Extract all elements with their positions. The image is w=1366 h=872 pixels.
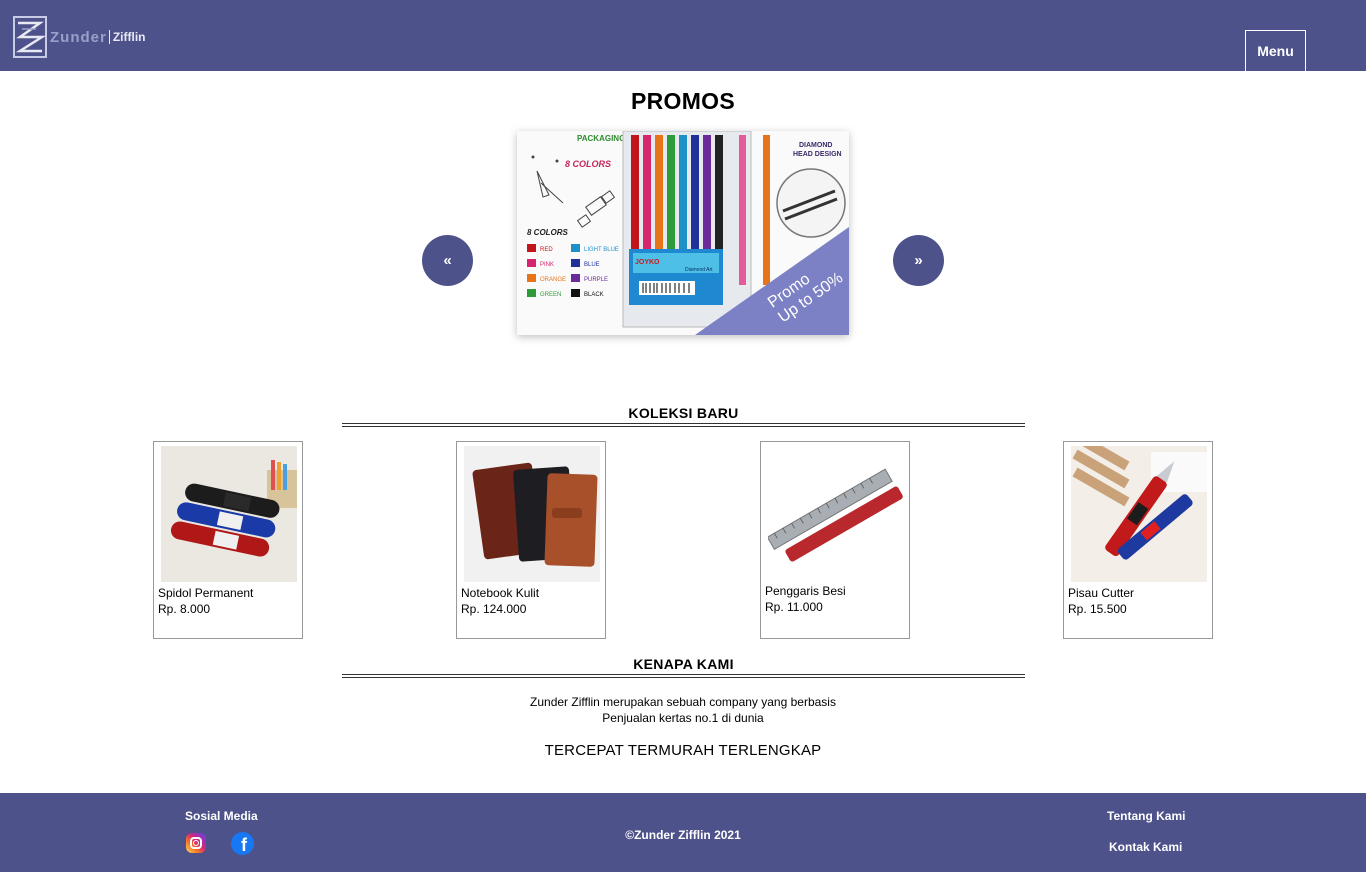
product-card[interactable]: Notebook Kulit Rp. 124.000 xyxy=(456,441,606,639)
footer-link-contact[interactable]: Kontak Kami xyxy=(1109,840,1182,854)
product-card[interactable]: Pisau Cutter Rp. 15.500 xyxy=(1063,441,1213,639)
legend-item: PINK xyxy=(540,262,554,268)
carousel-prev-button[interactable]: « xyxy=(422,235,473,286)
product-price: Rp. 124.000 xyxy=(461,602,527,616)
pack-brand-sub: Diamond Art xyxy=(685,267,713,273)
legend-item: BLACK xyxy=(584,292,604,298)
logo-secondary: Zifflin xyxy=(108,30,146,44)
why-us-description: Zunder Zifflin merupakan sebuah company … xyxy=(0,694,1366,726)
legend-title: 8 COLORS xyxy=(527,228,569,237)
product-price: Rp. 11.000 xyxy=(765,600,823,614)
product-price: Rp. 8.000 xyxy=(158,602,211,616)
legend-item: GREEN xyxy=(540,292,561,298)
product-card[interactable]: Penggaris Besi Rp. 11.000 xyxy=(760,441,910,639)
logo[interactable]: Zunder Zifflin xyxy=(12,15,146,59)
product-name: Pisau Cutter xyxy=(1068,586,1135,600)
product-image xyxy=(161,446,297,582)
legend-item: RED xyxy=(540,247,553,253)
product-image xyxy=(1071,446,1207,582)
why-us-line1: Zunder Zifflin merupakan sebuah company … xyxy=(530,695,836,709)
social-media-title: Sosial Media xyxy=(185,809,258,823)
carousel-next-button[interactable]: » xyxy=(893,235,944,286)
menu-button[interactable]: Menu xyxy=(1245,30,1306,71)
why-us-title: KENAPA KAMI xyxy=(633,656,734,672)
pen-pack-image: JOYKO Diamond Art xyxy=(622,131,770,328)
section-divider xyxy=(342,423,1025,427)
colors-label: 8 COLORS xyxy=(565,159,611,169)
logo-mark-icon xyxy=(13,16,47,58)
new-collection-title: KOLEKSI BARU xyxy=(628,405,739,421)
legend-item: LIGHT BLUE xyxy=(584,247,619,253)
diamond-label-2: HEAD DESIGN xyxy=(793,151,842,158)
product-image xyxy=(768,446,904,582)
pack-brand: JOYKO xyxy=(635,259,660,266)
product-name: Notebook Kulit xyxy=(461,586,540,600)
legend-item: BLUE xyxy=(584,262,600,268)
logo-primary: Zunder xyxy=(50,28,107,46)
tagline: TERCEPAT TERMURAH TERLENGKAP xyxy=(544,742,822,759)
packaging-label: PACKAGING xyxy=(577,134,625,143)
product-card[interactable]: Spidol Permanent Rp. 8.000 xyxy=(153,441,303,639)
footer-link-about[interactable]: Tentang Kami xyxy=(1107,809,1185,823)
product-price: Rp. 15.500 xyxy=(1068,602,1127,616)
legend-item: PURPLE xyxy=(584,277,608,283)
logo-text: Zunder Zifflin xyxy=(50,29,146,46)
section-divider xyxy=(342,674,1025,678)
site-footer: Sosial Media f ©Zunder Zifflin 2021 Tent… xyxy=(0,793,1366,872)
legend-item: ORANGE xyxy=(540,277,566,283)
promo-slide[interactable]: PACKAGING 8 COLORS 8 COLORS RED LIGHT BL… xyxy=(517,131,849,335)
why-us-line2: Penjualan kertas no.1 di dunia xyxy=(602,711,764,725)
promos-title: PROMOS xyxy=(630,88,736,114)
site-header: Zunder Zifflin Menu xyxy=(0,0,1366,71)
product-name: Spidol Permanent xyxy=(158,586,254,600)
product-image xyxy=(464,446,600,582)
promo-slide-image: PACKAGING 8 COLORS 8 COLORS RED LIGHT BL… xyxy=(517,131,849,335)
pen-tip-zoom-icon xyxy=(776,168,846,238)
diamond-label-1: DIAMOND xyxy=(799,142,832,149)
product-name: Penggaris Besi xyxy=(765,584,846,598)
